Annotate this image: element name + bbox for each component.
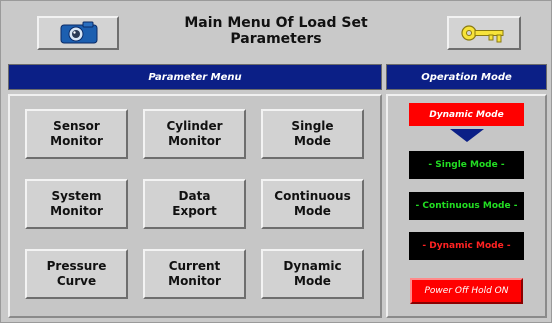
- cylinder-monitor-button[interactable]: Cylinder Monitor: [143, 109, 246, 159]
- dynamic-mode-status: - Dynamic Mode -: [409, 232, 524, 260]
- camera-icon: [60, 21, 98, 44]
- sensor-monitor-button[interactable]: Sensor Monitor: [25, 109, 128, 159]
- current-monitor-button[interactable]: Current Monitor: [143, 249, 246, 299]
- chevron-down-icon: [450, 129, 484, 142]
- key-icon: [461, 25, 504, 43]
- power-off-hold-button[interactable]: Power Off Hold ON: [410, 278, 523, 304]
- system-monitor-button[interactable]: System Monitor: [25, 179, 128, 229]
- camera-button[interactable]: [37, 16, 119, 50]
- data-export-button[interactable]: Data Export: [143, 179, 246, 229]
- page-title: Main Menu Of Load Set Parameters: [184, 15, 368, 47]
- continuous-mode-button[interactable]: Continuous Mode: [261, 179, 364, 229]
- current-mode-indicator: Dynamic Mode: [409, 103, 524, 126]
- single-mode-status: - Single Mode -: [409, 151, 524, 179]
- main-window: Main Menu Of Load Set Parameters Paramet…: [0, 0, 552, 323]
- single-mode-button[interactable]: Single Mode: [261, 109, 364, 159]
- operation-mode-header: Operation Mode: [386, 64, 547, 90]
- parameter-menu-header: Parameter Menu: [8, 64, 382, 90]
- key-button[interactable]: [447, 16, 521, 50]
- dynamic-mode-button[interactable]: Dynamic Mode: [261, 249, 364, 299]
- continuous-mode-status: - Continuous Mode -: [409, 192, 524, 220]
- pressure-curve-button[interactable]: Pressure Curve: [25, 249, 128, 299]
